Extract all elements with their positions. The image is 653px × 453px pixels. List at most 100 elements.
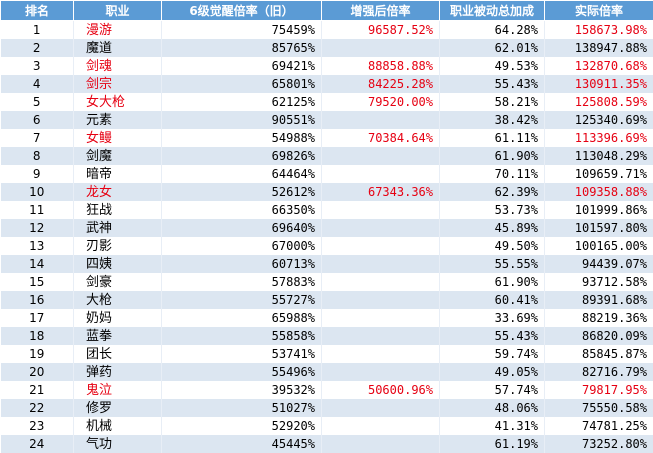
actual-cell: 94439.07% — [545, 255, 653, 273]
job-cell: 龙女 — [74, 183, 162, 201]
table-row: 7女鳗54988%70384.64%61.11%113396.69% — [1, 129, 653, 147]
rank-cell: 8 — [1, 147, 74, 165]
table-row: 22修罗51027%48.06%75550.58% — [1, 399, 653, 417]
rank-cell: 20 — [1, 363, 74, 381]
rank-cell: 7 — [1, 129, 74, 147]
enhanced-cell — [322, 363, 440, 381]
passive-cell: 61.19% — [440, 435, 545, 453]
job-cell: 剑魂 — [74, 57, 162, 75]
job-cell: 剑豪 — [74, 273, 162, 291]
table-row: 2魔道85765%62.01%138947.88% — [1, 39, 653, 57]
table-row: 15剑豪57883%61.90%93712.58% — [1, 273, 653, 291]
job-cell: 暗帝 — [74, 165, 162, 183]
actual-cell: 158673.98% — [545, 21, 653, 40]
enhanced-cell: 88858.88% — [322, 57, 440, 75]
awaken-cell: 85765% — [162, 39, 322, 57]
awaken-cell: 64464% — [162, 165, 322, 183]
rank-cell: 13 — [1, 237, 74, 255]
awaken-cell: 75459% — [162, 21, 322, 40]
rank-cell: 1 — [1, 21, 74, 40]
rank-cell: 21 — [1, 381, 74, 399]
awaken-cell: 55496% — [162, 363, 322, 381]
job-cell: 气功 — [74, 435, 162, 453]
passive-cell: 48.06% — [440, 399, 545, 417]
passive-cell: 55.43% — [440, 327, 545, 345]
job-cell: 团长 — [74, 345, 162, 363]
job-cell: 元素 — [74, 111, 162, 129]
awaken-cell: 90551% — [162, 111, 322, 129]
rank-header: 排名 — [1, 1, 74, 21]
table-row: 6元素90551%38.42%125340.69% — [1, 111, 653, 129]
table-row: 13刃影67000%49.50%100165.00% — [1, 237, 653, 255]
rank-cell: 16 — [1, 291, 74, 309]
table-row: 24气功45445%61.19%73252.80% — [1, 435, 653, 453]
awaken-cell: 60713% — [162, 255, 322, 273]
table-row: 8剑魔69826%61.90%113048.29% — [1, 147, 653, 165]
passive-cell: 49.05% — [440, 363, 545, 381]
table-row: 23机械52920%41.31%74781.25% — [1, 417, 653, 435]
job-header: 职业 — [74, 1, 162, 21]
awaken-cell: 55858% — [162, 327, 322, 345]
passive-cell: 64.28% — [440, 21, 545, 40]
actual-cell: 101597.80% — [545, 219, 653, 237]
enhanced-cell — [322, 165, 440, 183]
job-cell: 大枪 — [74, 291, 162, 309]
enhanced-cell: 67343.36% — [322, 183, 440, 201]
actual-header: 实际倍率 — [545, 1, 653, 21]
job-cell: 四姨 — [74, 255, 162, 273]
passive-cell: 57.74% — [440, 381, 545, 399]
passive-cell: 33.69% — [440, 309, 545, 327]
table-row: 10龙女52612%67343.36%62.39%109358.88% — [1, 183, 653, 201]
job-cell: 女大枪 — [74, 93, 162, 111]
table-row: 3剑魂69421%88858.88%49.53%132870.68% — [1, 57, 653, 75]
job-cell: 魔道 — [74, 39, 162, 57]
actual-cell: 89391.68% — [545, 291, 653, 309]
rank-cell: 15 — [1, 273, 74, 291]
table-row: 20弹药55496%49.05%82716.79% — [1, 363, 653, 381]
actual-cell: 86820.09% — [545, 327, 653, 345]
passive-cell: 49.53% — [440, 57, 545, 75]
enhanced-cell — [322, 237, 440, 255]
actual-cell: 101999.86% — [545, 201, 653, 219]
rank-cell: 10 — [1, 183, 74, 201]
awaken-cell: 69421% — [162, 57, 322, 75]
job-cell: 剑魔 — [74, 147, 162, 165]
job-cell: 刃影 — [74, 237, 162, 255]
passive-cell: 70.11% — [440, 165, 545, 183]
enhanced-cell — [322, 111, 440, 129]
ranking-table: 排名 职业 6级觉醒倍率（旧） 增强后倍率 职业被动总加成 实际倍率 1漫游75… — [0, 0, 653, 453]
job-cell: 女鳗 — [74, 129, 162, 147]
enhanced-cell — [322, 327, 440, 345]
passive-header: 职业被动总加成 — [440, 1, 545, 21]
awaken-cell: 65988% — [162, 309, 322, 327]
passive-cell: 45.89% — [440, 219, 545, 237]
table-row: 5女大枪62125%79520.00%58.21%125808.59% — [1, 93, 653, 111]
passive-cell: 38.42% — [440, 111, 545, 129]
awaken-cell: 69826% — [162, 147, 322, 165]
table-row: 11狂战66350%53.73%101999.86% — [1, 201, 653, 219]
awaken-cell: 54988% — [162, 129, 322, 147]
rank-cell: 5 — [1, 93, 74, 111]
job-cell: 剑宗 — [74, 75, 162, 93]
actual-cell: 113048.29% — [545, 147, 653, 165]
passive-cell: 59.74% — [440, 345, 545, 363]
awaken-cell: 69640% — [162, 219, 322, 237]
enhanced-cell — [322, 219, 440, 237]
awaken-cell: 55727% — [162, 291, 322, 309]
awaken-cell: 39532% — [162, 381, 322, 399]
table-row: 14四姨60713%55.55%94439.07% — [1, 255, 653, 273]
awaken-cell: 67000% — [162, 237, 322, 255]
enhanced-cell: 84225.28% — [322, 75, 440, 93]
rank-cell: 24 — [1, 435, 74, 453]
awaken-cell: 66350% — [162, 201, 322, 219]
rank-cell: 18 — [1, 327, 74, 345]
actual-cell: 73252.80% — [545, 435, 653, 453]
passive-cell: 53.73% — [440, 201, 545, 219]
enhanced-cell — [322, 255, 440, 273]
rank-cell: 22 — [1, 399, 74, 417]
enhanced-cell — [322, 399, 440, 417]
rank-cell: 4 — [1, 75, 74, 93]
enhanced-cell: 96587.52% — [322, 21, 440, 40]
passive-cell: 49.50% — [440, 237, 545, 255]
header-row: 排名 职业 6级觉醒倍率（旧） 增强后倍率 职业被动总加成 实际倍率 — [1, 1, 653, 21]
